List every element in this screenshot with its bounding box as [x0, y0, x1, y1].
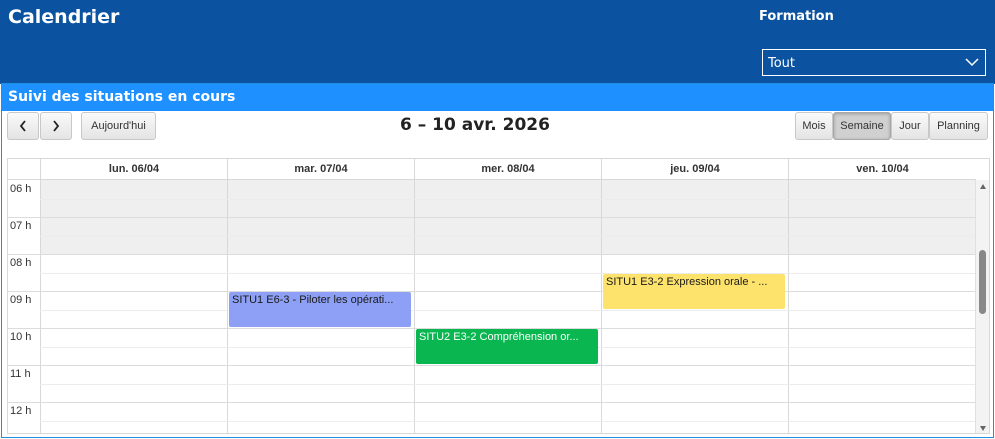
- calendar-event[interactable]: SITU2 E3-2 Compréhension or...: [416, 329, 598, 364]
- half-hour-gridline: [40, 383, 976, 385]
- hour-gridline: [8, 402, 976, 403]
- calendar-event[interactable]: SITU1 E3-2 Expression orale - ...: [603, 273, 785, 309]
- scroll-down-icon[interactable]: [979, 424, 987, 432]
- hour-gridline: [8, 291, 976, 292]
- hour-label: 09 h: [10, 294, 32, 306]
- hour-label: 07 h: [10, 220, 32, 232]
- day-header-tue: mar. 07/04: [227, 159, 414, 180]
- hour-label: 10 h: [10, 331, 32, 343]
- day-column-divider: [788, 180, 789, 433]
- view-planning-button[interactable]: Planning: [929, 112, 988, 140]
- week-calendar: lun. 06/04 mar. 07/04 mer. 08/04 jeu. 09…: [7, 158, 990, 434]
- day-header-mon: lun. 06/04: [40, 159, 227, 180]
- formation-label: Formation: [759, 9, 834, 24]
- hour-label: 08 h: [10, 257, 32, 269]
- half-hour-gridline: [40, 235, 976, 237]
- calendar-scrollbar[interactable]: [975, 180, 989, 433]
- hour-label: 11 h: [10, 368, 31, 380]
- day-column-divider: [40, 180, 41, 433]
- chevron-down-icon: [965, 58, 979, 67]
- hour-label: 06 h: [10, 183, 32, 195]
- view-month-button[interactable]: Mois: [795, 112, 833, 140]
- formation-select-value: Tout: [768, 56, 796, 71]
- half-hour-gridline: [40, 198, 976, 200]
- view-week-button[interactable]: Semaine: [833, 112, 891, 140]
- calendar-event[interactable]: SITU1 E6-3 - Piloter les opérati...: [229, 292, 411, 327]
- hour-gridline: [8, 254, 976, 255]
- date-range-title: 6 – 10 avr. 2026: [400, 115, 550, 135]
- day-column-divider: [601, 180, 602, 433]
- chevron-right-icon: [53, 120, 60, 132]
- time-grid[interactable]: 06 h 07 h 08 h 09 h 10 h 11 h 12 h SITU1 E6-3 -…: [8, 180, 976, 433]
- half-hour-gridline: [40, 272, 976, 274]
- app-title: Calendrier: [8, 6, 120, 28]
- next-week-button[interactable]: [40, 112, 72, 140]
- day-column-divider: [227, 180, 228, 433]
- app-header: Calendrier Formation Tout: [0, 0, 995, 84]
- day-header-fri: ven. 10/04: [788, 159, 976, 180]
- hour-gridline: [8, 365, 976, 366]
- day-header-thu: jeu. 09/04: [601, 159, 788, 180]
- half-hour-gridline: [40, 420, 976, 422]
- time-column-header: [8, 159, 40, 180]
- view-day-button[interactable]: Jour: [891, 112, 929, 140]
- scroll-thumb[interactable]: [979, 250, 986, 314]
- scroll-up-icon[interactable]: [979, 183, 987, 191]
- day-header-wed: mer. 08/04: [414, 159, 601, 180]
- hour-label: 12 h: [10, 405, 32, 417]
- today-button[interactable]: Aujourd'hui: [81, 112, 156, 140]
- panel-title: Suivi des situations en cours: [2, 84, 993, 111]
- formation-select[interactable]: Tout: [762, 49, 986, 76]
- chevron-left-icon: [19, 120, 26, 132]
- hour-gridline: [8, 217, 976, 218]
- prev-week-button[interactable]: [7, 112, 39, 140]
- half-hour-gridline: [40, 309, 976, 311]
- day-column-divider: [414, 180, 415, 433]
